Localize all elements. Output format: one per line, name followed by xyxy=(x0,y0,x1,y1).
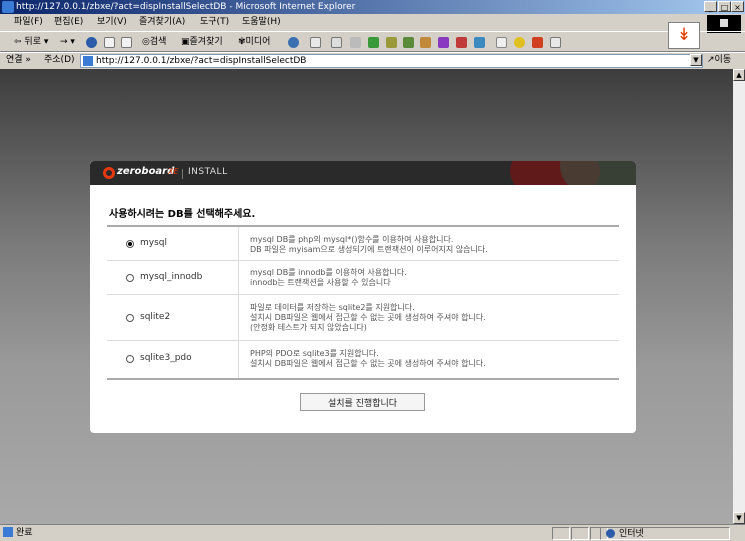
tool-icon-1[interactable] xyxy=(386,37,397,48)
search-icon: ◎ xyxy=(142,37,150,47)
db-option-desc-line: 설치시 DB파일은 웹에서 접근할 수 없는 곳에 생성하여 주셔야 합니다. xyxy=(250,359,486,368)
address-label: 주소(D) xyxy=(44,55,75,65)
history-icon[interactable] xyxy=(288,37,299,48)
print-icon[interactable] xyxy=(331,37,342,48)
logo-version: XE xyxy=(168,167,179,176)
window-titlebar: http://127.0.0.1/zbxe/?act=dispInstallSe… xyxy=(0,0,745,14)
address-url: http://127.0.0.1/zbxe/?act=dispInstallSe… xyxy=(96,56,307,66)
tool-icon-4[interactable] xyxy=(438,37,449,48)
tool-icon-5[interactable] xyxy=(456,37,467,48)
radio-sqlite3-pdo[interactable] xyxy=(126,355,134,363)
close-button[interactable]: × xyxy=(731,1,744,12)
tool-icon-6[interactable] xyxy=(474,37,485,48)
tool-icon-10[interactable] xyxy=(550,37,561,48)
address-input[interactable]: http://127.0.0.1/zbxe/?act=dispInstallSe… xyxy=(80,54,703,68)
tool-icon-2[interactable] xyxy=(403,37,414,48)
tool-icon-9[interactable] xyxy=(532,37,543,48)
favorites-icon: ▣ xyxy=(181,37,190,47)
db-option-name: sqlite3_pdo xyxy=(140,353,192,363)
page-icon xyxy=(83,56,93,66)
back-arrow-icon: ⇦ xyxy=(14,37,22,47)
db-option-desc-line: DB 파일은 myisam으로 생성되기에 트랜잭션이 이루어지지 않습니다. xyxy=(250,245,488,254)
header-divider xyxy=(182,169,183,179)
zeroboard-logo-icon xyxy=(103,167,115,179)
refresh-icon[interactable] xyxy=(104,37,115,48)
media-button[interactable]: ✾미디어 xyxy=(238,32,270,52)
install-panel: zeroboard XE INSTALL 사용하시려는 DB를 선택해주세요. … xyxy=(90,161,636,433)
db-option-mysql[interactable]: mysql mysql DB를 php의 mysql*()함수를 이용하여 사용… xyxy=(107,227,619,261)
tool-icon-7[interactable] xyxy=(496,37,507,48)
db-option-desc-line: mysql DB를 php의 mysql*()함수를 이용하여 사용합니다. xyxy=(250,235,454,244)
db-option-desc-line: innodb는 트랜잭션을 사용할 수 있습니다 xyxy=(250,278,391,287)
edit-icon[interactable] xyxy=(350,37,361,48)
db-option-sqlite2[interactable]: sqlite2 파일로 데이터를 저장하는 sqlite2를 지원합니다. 설치… xyxy=(107,295,619,341)
radio-mysql-innodb[interactable] xyxy=(126,274,134,282)
db-option-desc-line: (안정화 테스트가 되지 않았습니다) xyxy=(250,323,367,332)
menu-favorites[interactable]: 즐겨찾기(A) xyxy=(139,14,185,31)
db-option-name: mysql_innodb xyxy=(140,272,203,282)
menu-view[interactable]: 보기(V) xyxy=(97,14,127,31)
minimize-button[interactable]: _ xyxy=(704,1,717,12)
menu-bar: 파일(F) 편집(E) 보기(V) 즐겨찾기(A) 도구(T) 도움말(H) xyxy=(0,14,745,31)
page-title: 사용하시려는 DB를 선택해주세요. xyxy=(109,209,256,220)
radio-mysql[interactable] xyxy=(126,240,134,248)
install-label: INSTALL xyxy=(188,167,228,177)
tool-icon-3[interactable] xyxy=(420,37,431,48)
table-bottom-border xyxy=(107,378,619,380)
scroll-down-button[interactable]: ▼ xyxy=(733,512,745,524)
page-viewport: zeroboard XE INSTALL 사용하시려는 DB를 선택해주세요. … xyxy=(0,69,733,524)
db-option-desc-line: PHP의 PDO로 sqlite3를 지원합니다. xyxy=(250,349,379,358)
menu-file[interactable]: 파일(F) xyxy=(14,14,43,31)
install-submit-button[interactable]: 설치를 진행합니다 xyxy=(300,393,425,411)
tool-icon-8[interactable] xyxy=(514,37,525,48)
status-cell xyxy=(571,527,589,540)
db-option-sqlite3-pdo[interactable]: sqlite3_pdo PHP의 PDO로 sqlite3를 지원합니다. 설치… xyxy=(107,341,619,378)
standard-toolbar: ⇦ 뒤로 ▾ → ▾ ◎검색 ▣즐겨찾기 ✾미디어 xyxy=(0,31,745,52)
maximize-button[interactable]: □ xyxy=(718,1,731,12)
home-icon[interactable] xyxy=(121,37,132,48)
db-option-desc-line: 파일로 데이터를 저장하는 sqlite2를 지원합니다. xyxy=(250,303,415,312)
internet-globe-icon xyxy=(606,529,615,538)
address-dropdown[interactable]: ▼ xyxy=(690,54,702,66)
window-title: http://127.0.0.1/zbxe/?act=dispInstallSe… xyxy=(16,2,356,12)
db-option-desc-line: mysql DB를 innodb를 이용하여 사용합니다. xyxy=(250,268,407,277)
go-arrow-icon: ↗ xyxy=(707,55,715,65)
stop-icon[interactable] xyxy=(86,37,97,48)
go-button[interactable]: ↗이동 xyxy=(707,53,731,68)
ie-logo-icon xyxy=(2,1,14,13)
zone-label: 인터넷 xyxy=(619,529,644,539)
menu-help[interactable]: 도움말(H) xyxy=(242,14,281,31)
db-option-name: mysql xyxy=(140,238,167,248)
menu-tools[interactable]: 도구(T) xyxy=(200,14,229,31)
back-button[interactable]: ⇦ 뒤로 ▾ xyxy=(14,32,48,52)
vertical-scrollbar[interactable]: ▲ ▼ xyxy=(733,69,745,524)
page-status-icon xyxy=(3,527,13,537)
security-zone: 인터넷 xyxy=(600,527,730,540)
media-icon: ✾ xyxy=(238,37,246,47)
status-text: 완료 xyxy=(16,528,33,538)
mail-icon[interactable] xyxy=(310,37,321,48)
status-bar: 완료 인터넷 xyxy=(0,524,745,541)
header-decoration-2 xyxy=(560,161,636,185)
forward-button[interactable]: → ▾ xyxy=(60,32,75,52)
status-cell xyxy=(552,527,570,540)
search-button[interactable]: ◎검색 xyxy=(142,32,166,52)
messenger-icon[interactable] xyxy=(368,37,379,48)
favorites-button[interactable]: ▣즐겨찾기 xyxy=(181,32,223,52)
menu-edit[interactable]: 편집(E) xyxy=(54,14,83,31)
install-header: zeroboard XE INSTALL xyxy=(90,161,636,185)
logo-text: zeroboard xyxy=(117,166,175,177)
address-bar: 연결 » 주소(D) http://127.0.0.1/zbxe/?act=di… xyxy=(0,52,745,68)
links-toolbar[interactable]: 연결 » xyxy=(6,53,31,68)
radio-sqlite2[interactable] xyxy=(126,314,134,322)
scroll-up-button[interactable]: ▲ xyxy=(733,69,745,81)
db-option-name: sqlite2 xyxy=(140,312,171,322)
db-option-desc-line: 설치시 DB파일은 웹에서 접근할 수 없는 곳에 생성하여 주셔야 합니다. xyxy=(250,313,486,322)
db-option-mysql-innodb[interactable]: mysql_innodb mysql DB를 innodb를 이용하여 사용합니… xyxy=(107,261,619,295)
browser-throbber-icon: ↡ xyxy=(668,22,700,49)
